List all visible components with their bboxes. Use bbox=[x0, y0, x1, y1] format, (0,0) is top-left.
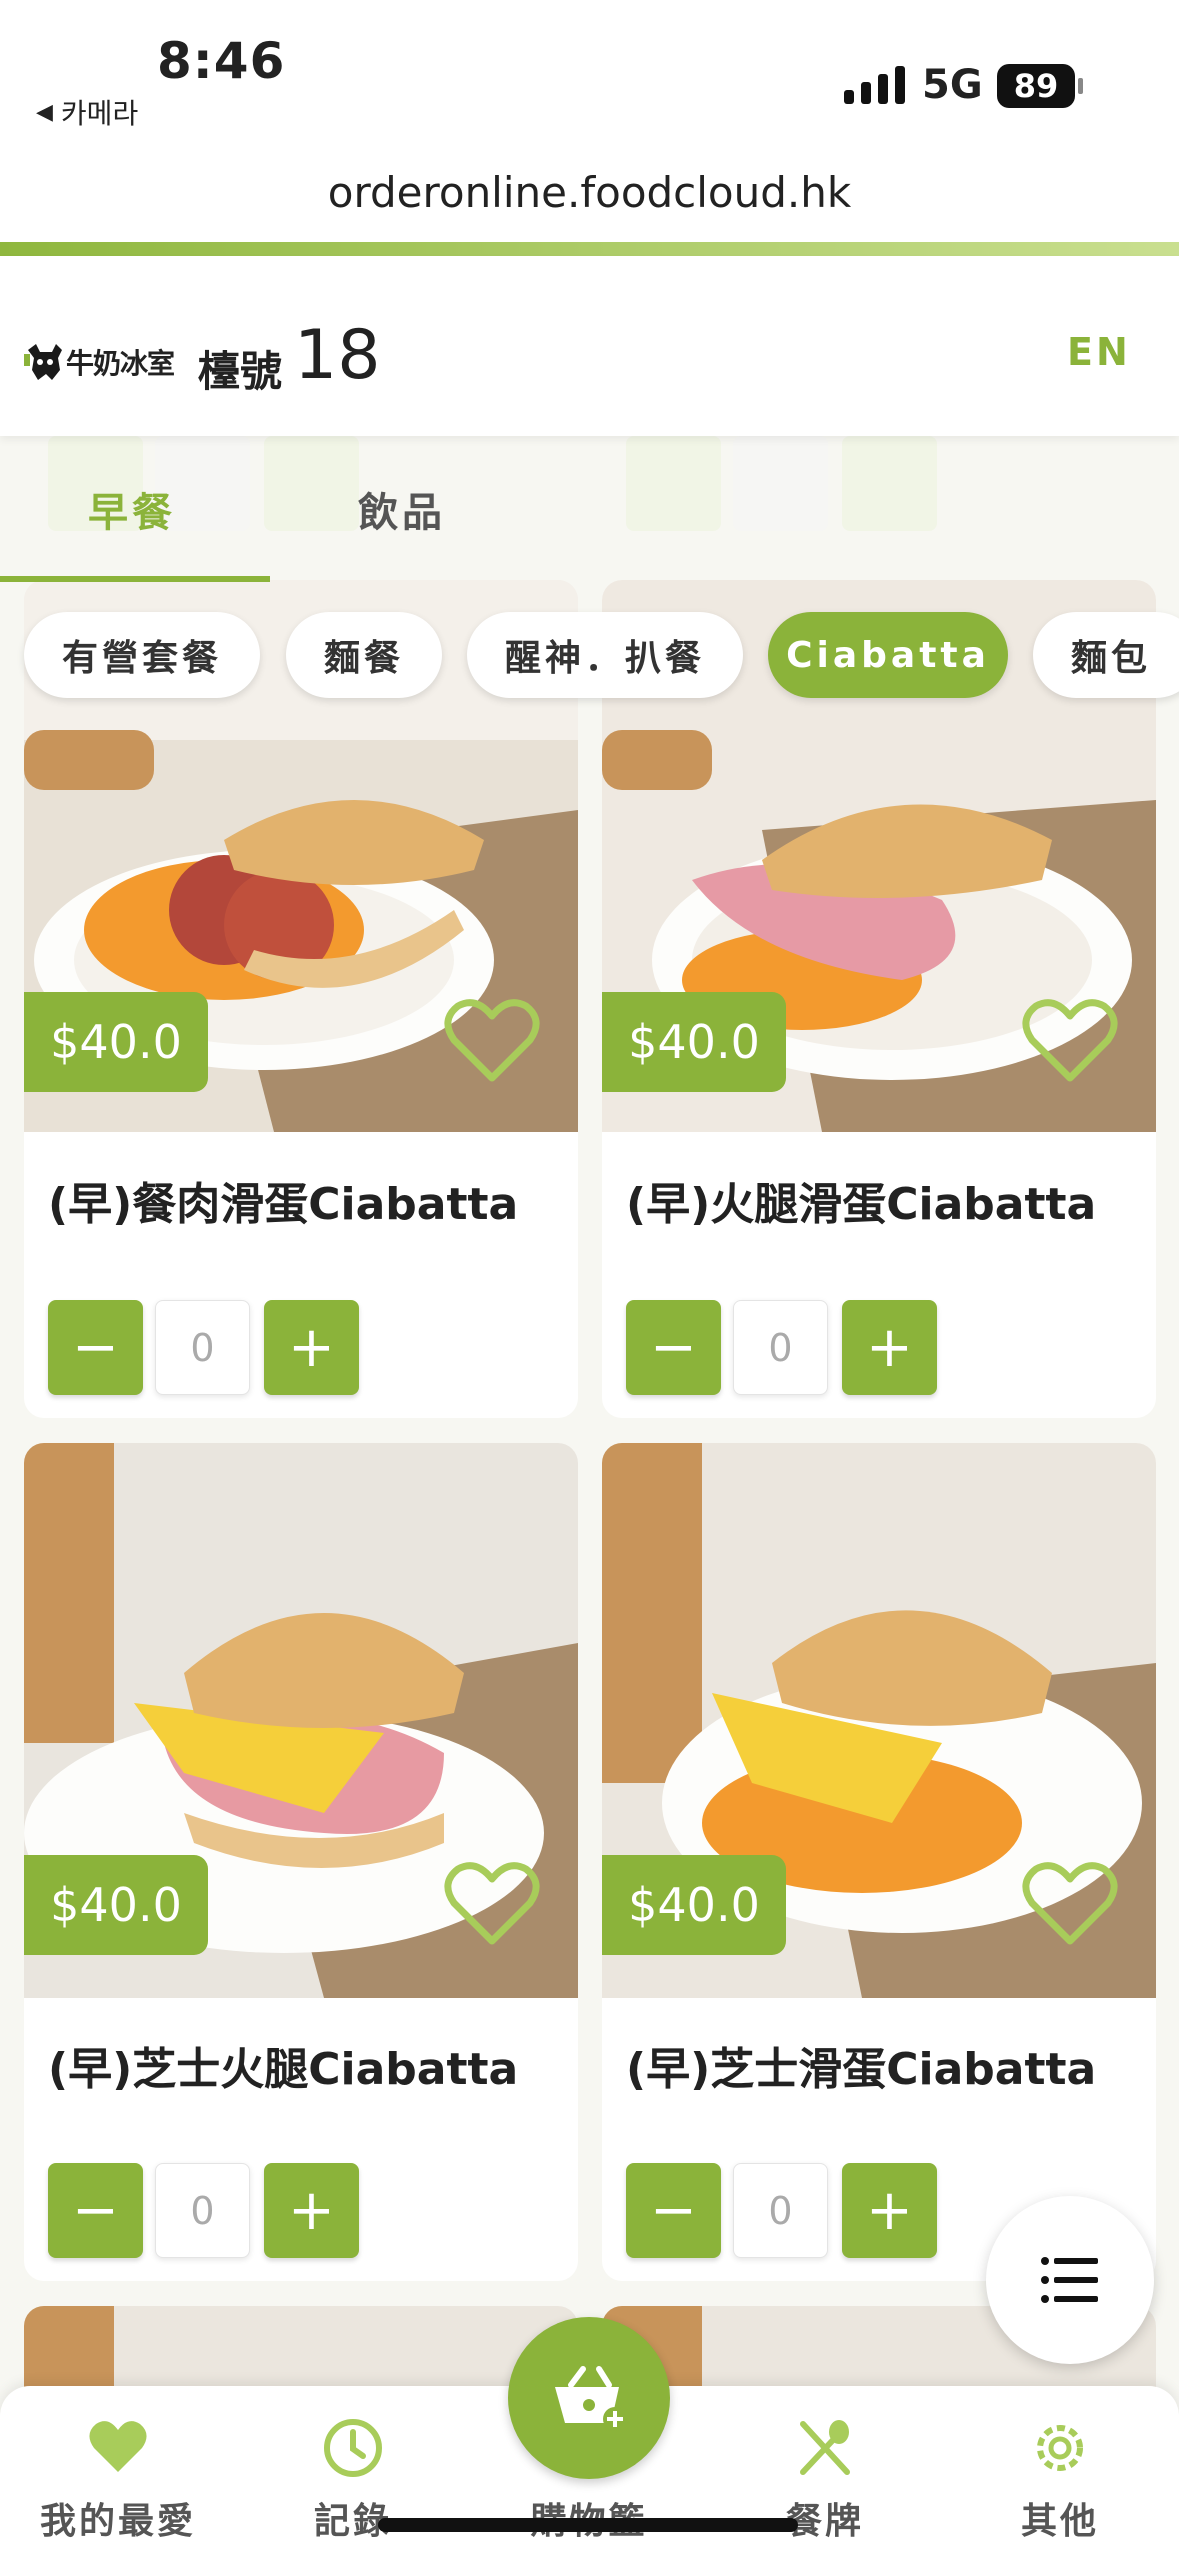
tab-breakfast[interactable]: 早餐 bbox=[88, 480, 176, 538]
back-app-label: 카메라 bbox=[60, 97, 139, 130]
tab-drinks[interactable]: 飲品 bbox=[358, 480, 446, 538]
category-chip-ciabatta[interactable]: Ciabatta bbox=[768, 612, 1008, 698]
basket-icon bbox=[555, 2366, 627, 2431]
back-arrow-icon: ◀ bbox=[36, 99, 53, 125]
ghost-plus-button bbox=[264, 436, 359, 531]
decrease-qty-button[interactable]: − bbox=[48, 1300, 143, 1395]
qty-input[interactable]: 0 bbox=[155, 2163, 250, 2258]
nav-favorites-label: 我的最愛 bbox=[39, 2501, 196, 2542]
status-bar: 8:46 ◀ 카메라 5G 89 bbox=[0, 0, 1179, 150]
ghost-minus-button bbox=[626, 436, 721, 531]
product-card[interactable]: $40.0 (早)芝士火腿Ciabatta − 0 + bbox=[24, 1443, 578, 2281]
table-label: 檯號 bbox=[198, 347, 283, 396]
qty-input[interactable]: 0 bbox=[733, 2163, 828, 2258]
cart-button[interactable] bbox=[508, 2317, 670, 2479]
product-name: (早)火腿滑蛋Ciabatta bbox=[626, 1179, 1097, 1230]
product-card[interactable]: $40.0 (早)芝士滑蛋Ciabatta − 0 + bbox=[602, 1443, 1156, 2281]
logo-text: 牛奶冰室 bbox=[66, 347, 175, 380]
increase-qty-button[interactable]: + bbox=[264, 2163, 359, 2258]
nav-other[interactable]: 其他 bbox=[960, 2416, 1160, 2544]
heart-icon bbox=[89, 2421, 147, 2472]
page-load-progress bbox=[0, 242, 1179, 256]
back-to-app-link[interactable]: ◀ 카메라 bbox=[36, 92, 138, 132]
increase-qty-button[interactable]: + bbox=[264, 1300, 359, 1395]
ghost-plus-button bbox=[842, 436, 937, 531]
battery-indicator: 89 bbox=[997, 64, 1075, 108]
increase-qty-button[interactable]: + bbox=[842, 2163, 937, 2258]
tab-active-indicator bbox=[0, 576, 270, 582]
favorite-heart-icon[interactable] bbox=[444, 998, 540, 1084]
category-chip-noodles[interactable]: 麵餐 bbox=[286, 612, 442, 698]
nav-favorites[interactable]: 我的最愛 bbox=[18, 2416, 218, 2544]
clock-icon bbox=[324, 2419, 382, 2477]
list-icon bbox=[1041, 2257, 1098, 2303]
category-chip-steak[interactable]: 醒神．扒餐 bbox=[467, 612, 743, 698]
qty-input[interactable]: 0 bbox=[155, 1300, 250, 1395]
home-indicator[interactable] bbox=[378, 2518, 798, 2532]
status-time: 8:46 bbox=[157, 32, 286, 90]
gear-icon bbox=[1037, 2425, 1083, 2471]
battery-tip bbox=[1078, 78, 1083, 94]
nav-other-label: 其他 bbox=[1020, 2501, 1099, 2542]
price-tag: $40.0 bbox=[24, 1855, 208, 1955]
ghost-qty-box bbox=[733, 436, 828, 531]
cow-logo-icon bbox=[24, 344, 62, 380]
price-tag: $40.0 bbox=[602, 992, 786, 1092]
network-type: 5G bbox=[922, 62, 983, 108]
decrease-qty-button[interactable]: − bbox=[626, 2163, 721, 2258]
utensils-icon bbox=[800, 2420, 850, 2475]
product-name: (早)芝士滑蛋Ciabatta bbox=[626, 2044, 1097, 2095]
category-chip-bread[interactable]: 麵包 bbox=[1033, 612, 1179, 698]
favorite-heart-icon[interactable] bbox=[1022, 1861, 1118, 1947]
favorite-heart-icon[interactable] bbox=[444, 1861, 540, 1947]
table-number: 18 bbox=[294, 316, 381, 395]
signal-bars-icon bbox=[844, 66, 905, 104]
menu-tabs: 早餐 飲品 bbox=[0, 436, 1179, 582]
favorite-heart-icon[interactable] bbox=[1022, 998, 1118, 1084]
category-chip-healthy-set[interactable]: 有營套餐 bbox=[24, 612, 260, 698]
increase-qty-button[interactable]: + bbox=[842, 1300, 937, 1395]
order-list-button[interactable] bbox=[986, 2196, 1154, 2364]
price-tag: $40.0 bbox=[24, 992, 208, 1092]
category-chips: 有營套餐 麵餐 醒神．扒餐 Ciabatta 麵包 bbox=[0, 612, 1179, 706]
decrease-qty-button[interactable]: − bbox=[626, 1300, 721, 1395]
language-toggle[interactable]: EN bbox=[1067, 330, 1131, 374]
url-text[interactable]: orderonline.foodcloud.hk bbox=[0, 168, 1179, 217]
product-name: (早)芝士火腿Ciabatta bbox=[48, 2044, 519, 2095]
brand-logo[interactable]: 牛奶冰室 bbox=[22, 336, 177, 388]
app-header: 牛奶冰室 檯號 18 EN bbox=[0, 256, 1179, 436]
page: 8:46 ◀ 카메라 5G 89 orderonline.foodcloud.h… bbox=[0, 0, 1179, 2556]
qty-input[interactable]: 0 bbox=[733, 1300, 828, 1395]
price-tag: $40.0 bbox=[602, 1855, 786, 1955]
product-name: (早)餐肉滑蛋Ciabatta bbox=[48, 1179, 519, 1230]
decrease-qty-button[interactable]: − bbox=[48, 2163, 143, 2258]
